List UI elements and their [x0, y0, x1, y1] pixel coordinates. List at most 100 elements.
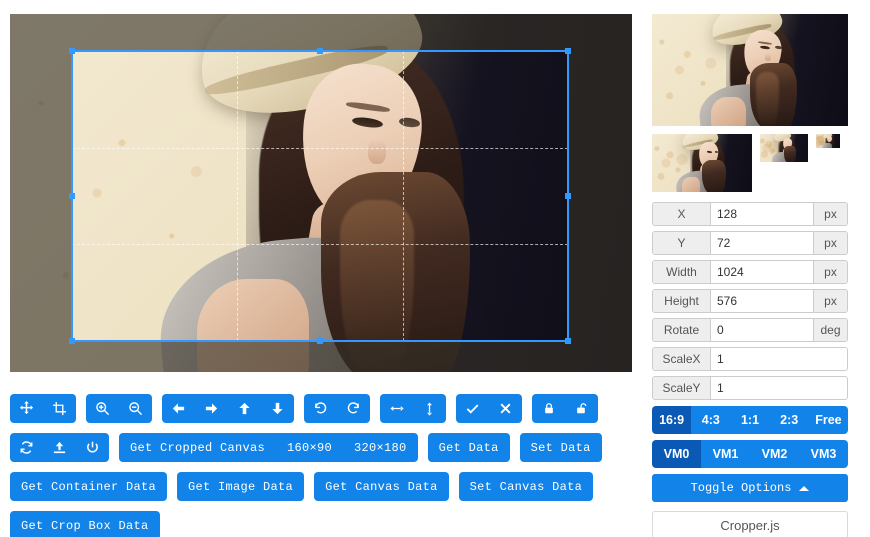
crop-mode-button[interactable] [43, 394, 76, 423]
cropped-canvas-160x90-button[interactable]: 160×90 [276, 433, 344, 462]
preview-thumbnails [652, 134, 848, 192]
height-field-label: Height [653, 290, 711, 312]
rotate-ccw-icon [315, 402, 327, 414]
crop-box[interactable] [69, 48, 571, 344]
aspect-1-1-button[interactable]: 1:1 [730, 406, 770, 434]
reset-button[interactable] [10, 433, 43, 462]
rotate-left-button[interactable] [304, 394, 337, 423]
scaley-field[interactable]: ScaleY [652, 376, 848, 400]
flip-vertical-button[interactable] [413, 394, 446, 423]
rotate-field-input[interactable] [711, 319, 813, 341]
aspect-4-3-button[interactable]: 4:3 [691, 406, 731, 434]
power-icon [87, 441, 98, 453]
upload-button[interactable] [43, 433, 76, 462]
toolbar: Get Cropped Canvas 160×90 320×180 Get Da… [10, 394, 650, 537]
move-right-button[interactable] [195, 394, 228, 423]
crop-handle-e[interactable] [565, 193, 571, 199]
crop-handle-s[interactable] [317, 338, 323, 344]
data-fields: X px Y px Width px Height px Rotate [652, 202, 848, 400]
width-field-input[interactable] [711, 261, 813, 283]
get-canvas-data-button[interactable]: Get Canvas Data [314, 472, 449, 501]
get-container-data-button[interactable]: Get Container Data [10, 472, 168, 501]
view-mode-2-button[interactable]: VM2 [750, 440, 799, 468]
toolbar-row-icons [10, 394, 650, 423]
view-mode-0-button[interactable]: VM0 [652, 440, 701, 468]
toggle-options-label: Toggle Options [690, 481, 792, 495]
get-crop-box-data-button[interactable]: Get Crop Box Data [10, 511, 160, 537]
view-mode-group: VM0 VM1 VM2 VM3 [652, 440, 848, 468]
crop-icon [52, 401, 67, 416]
zoom-in-icon [96, 402, 110, 416]
y-field-unit: px [813, 232, 847, 254]
scalex-field-label: ScaleX [653, 348, 711, 370]
caret-up-icon [799, 485, 810, 491]
move-up-button[interactable] [228, 394, 261, 423]
crop-handle-ne[interactable] [565, 48, 571, 54]
flip-horizontal-button[interactable] [380, 394, 413, 423]
preview-large [652, 14, 848, 126]
cropper-canvas[interactable] [10, 14, 632, 372]
preview-medium [652, 134, 752, 192]
crop-handle-n[interactable] [317, 48, 323, 54]
view-mode-1-button[interactable]: VM1 [701, 440, 750, 468]
cropped-canvas-320x180-button[interactable]: 320×180 [343, 433, 418, 462]
x-field-input[interactable] [711, 203, 813, 225]
aspect-2-3-button[interactable]: 2:3 [769, 406, 809, 434]
get-cropped-canvas-button[interactable]: Get Cropped Canvas [119, 433, 277, 462]
arrow-right-icon [205, 403, 218, 414]
y-field-input[interactable] [711, 232, 813, 254]
disable-button[interactable] [532, 394, 565, 423]
toolbar-row-getters: Get Container Data Get Image Data Get Ca… [10, 472, 650, 537]
rotate-right-button[interactable] [337, 394, 370, 423]
rotate-cw-icon [347, 402, 359, 414]
enable-button[interactable] [565, 394, 598, 423]
toggle-options-button[interactable]: Toggle Options [652, 474, 848, 502]
zoom-out-icon [129, 402, 143, 416]
clear-button[interactable] [489, 394, 522, 423]
get-image-data-button[interactable]: Get Image Data [177, 472, 305, 501]
x-field[interactable]: X px [652, 202, 848, 226]
refresh-icon [20, 441, 33, 454]
view-mode-3-button[interactable]: VM3 [799, 440, 848, 468]
lock-icon [544, 403, 553, 414]
y-field-label: Y [653, 232, 711, 254]
crop-handle-sw[interactable] [69, 338, 75, 344]
zoom-in-button[interactable] [86, 394, 119, 423]
set-canvas-data-button[interactable]: Set Canvas Data [458, 472, 594, 501]
move-down-button[interactable] [261, 394, 294, 423]
get-data-button[interactable]: Get Data [427, 433, 510, 462]
crop-handle-w[interactable] [69, 193, 75, 199]
scalex-field-input[interactable] [711, 348, 847, 370]
move-mode-button[interactable] [10, 394, 43, 423]
aspect-16-9-button[interactable]: 16:9 [652, 406, 692, 434]
move-left-button[interactable] [162, 394, 195, 423]
button-group-rotate [304, 394, 370, 423]
destroy-button[interactable] [76, 433, 109, 462]
preview-small [760, 134, 808, 162]
scalex-field[interactable]: ScaleX [652, 347, 848, 371]
button-group-session [10, 433, 109, 462]
button-group-zoom [86, 394, 152, 423]
height-field[interactable]: Height px [652, 289, 848, 313]
width-field[interactable]: Width px [652, 260, 848, 284]
rotate-field[interactable]: Rotate deg [652, 318, 848, 342]
arrow-down-icon [272, 402, 283, 415]
flip-horizontal-icon [389, 406, 404, 411]
close-icon [500, 403, 511, 414]
button-group-flip [380, 394, 446, 423]
move-icon [19, 401, 34, 415]
crop-box-image-view [72, 51, 568, 341]
cropperjs-link[interactable]: Cropper.js [652, 511, 848, 537]
y-field[interactable]: Y px [652, 231, 848, 255]
set-data-button[interactable]: Set Data [519, 433, 602, 462]
crop-handle-nw[interactable] [69, 48, 75, 54]
button-group-move [162, 394, 294, 423]
crop-handle-se[interactable] [565, 338, 571, 344]
height-field-input[interactable] [711, 290, 813, 312]
sidebar: X px Y px Width px Height px Rotate [652, 14, 848, 537]
confirm-button[interactable] [456, 394, 489, 423]
zoom-out-button[interactable] [119, 394, 152, 423]
aspect-free-button[interactable]: Free [808, 406, 848, 434]
scaley-field-input[interactable] [711, 377, 847, 399]
button-group-cropped-canvas: Get Cropped Canvas 160×90 320×180 [119, 433, 418, 462]
